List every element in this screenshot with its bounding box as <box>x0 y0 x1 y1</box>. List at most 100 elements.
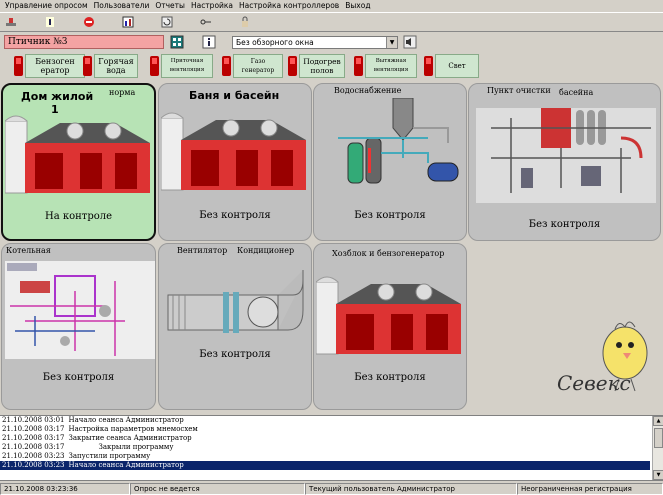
tile-title: Котельная <box>6 246 51 255</box>
menu-poll-control[interactable]: Управление опросом <box>3 0 92 12</box>
menu-settings[interactable]: Настройка <box>189 0 237 12</box>
tool-button[interactable] <box>2 14 20 30</box>
barn-icon <box>316 276 461 355</box>
header-row: Птичник №3 Без обзорного окна ▼ <box>0 33 663 51</box>
tile-water-supply[interactable]: Водоснабжение Без контроля <box>313 83 467 241</box>
log-message: Начало сеанса Администратор <box>68 461 184 469</box>
log-message: Закрытие сеанса Администратор <box>68 434 192 442</box>
generator-label: Бензоген ератор <box>25 54 85 78</box>
tile-fan[interactable]: Вентилятор Кондиционер Без контроля <box>158 243 312 410</box>
switch-icon <box>83 56 92 76</box>
tile-title: Дом жилой <box>21 90 94 103</box>
scroll-thumb[interactable] <box>654 428 663 448</box>
status-datetime: 21.10.2008 03:23:36 <box>0 483 130 495</box>
key-button[interactable] <box>197 14 215 30</box>
chevron-down-icon[interactable]: ▼ <box>386 37 397 48</box>
log-row[interactable]: 21.10.2008 03:23 Запустили программу <box>0 452 650 461</box>
overview-window-value: Без обзорного окна <box>236 38 314 47</box>
log-row[interactable]: 21.10.2008 03:17 Закрыли программу <box>0 443 650 452</box>
boiler-diagram-icon <box>5 261 155 359</box>
status-badge: норма <box>109 88 136 97</box>
tool-icon <box>6 18 16 26</box>
tile-status: Без контроля <box>354 210 426 221</box>
control-exhaust-ventilation[interactable]: Вытяжная вентиляция <box>354 53 417 79</box>
tile-status: На контроле <box>44 211 113 222</box>
light-label: Свет <box>435 54 479 78</box>
info-icon[interactable] <box>202 35 216 49</box>
log-list: 21.10.2008 03:01 Начало сеанса Администра… <box>0 416 663 470</box>
menu-exit[interactable]: Выход <box>343 0 374 12</box>
overview-window-select[interactable]: Без обзорного окна ▼ <box>232 36 398 49</box>
chart-button[interactable] <box>119 14 137 30</box>
tile-title: Хозблок и бензогенератор <box>332 249 445 258</box>
event-log[interactable]: 21.10.2008 03:01 Начало сеанса Администра… <box>0 415 663 481</box>
switch-icon <box>14 56 23 76</box>
log-row[interactable]: 21.10.2008 03:17 Настройка параметров мне… <box>0 425 650 434</box>
tile-badge: Кондиционер <box>237 246 295 255</box>
menu-reports[interactable]: Отчеты <box>153 0 189 12</box>
cleaning-plant-icon <box>476 108 656 203</box>
tile-title: Вентилятор <box>177 246 228 255</box>
barn-icon <box>161 112 306 191</box>
tile-boiler-room[interactable]: Котельная Без контроля <box>1 243 156 410</box>
switch-icon <box>354 56 363 76</box>
key-icon <box>200 19 211 25</box>
tile-badge: басейна <box>559 88 594 97</box>
tile-bathhouse[interactable]: Баня и басейн Без контроля <box>158 83 312 241</box>
refresh-icon <box>161 16 173 28</box>
tile-status: Без контроля <box>42 372 115 383</box>
switch-icon <box>150 56 159 76</box>
tile-status: Без контроля <box>199 349 271 360</box>
bird-house-field[interactable]: Птичник №3 <box>4 35 164 49</box>
log-row[interactable]: 21.10.2008 03:17 Закрытие сеанса Админист… <box>0 434 650 443</box>
log-message: Начало сеанса Администратор <box>68 416 184 424</box>
menu-users[interactable]: Пользователи <box>92 0 154 12</box>
floor-heating-label: Подогрев полов <box>299 54 345 78</box>
log-row[interactable]: 21.10.2008 03:01 Начало сеанса Администра… <box>0 416 650 425</box>
log-message: Закрыли программу <box>98 443 174 451</box>
switch-icon <box>288 56 297 76</box>
status-user: Текущий пользователь Администратор <box>305 483 517 495</box>
control-supply-ventilation[interactable]: Приточная вентиляция <box>150 53 213 79</box>
tile-title: Пункт очистки <box>487 86 551 95</box>
switch-icon <box>424 56 433 76</box>
lock-button[interactable] <box>236 14 254 30</box>
scroll-up-icon[interactable]: ▲ <box>653 416 663 426</box>
scroll-down-icon[interactable]: ▼ <box>653 470 663 480</box>
tile-pool-cleaning[interactable]: Пункт очистки басейна Без контроля <box>468 83 661 241</box>
control-hot-water[interactable]: Горячая вода <box>83 53 138 79</box>
log-scrollbar[interactable]: ▲ ▼ <box>652 416 663 480</box>
log-timestamp: 21.10.2008 03:01 <box>2 416 65 424</box>
info-button[interactable] <box>41 14 59 30</box>
control-floor-heating[interactable]: Подогрев полов <box>288 53 345 79</box>
control-gas-generator[interactable]: Газо генератор <box>222 53 283 79</box>
toolbar <box>0 12 663 32</box>
stop-button[interactable] <box>80 14 98 30</box>
tile-title: Водоснабжение <box>334 86 402 95</box>
gas-generator-label: Газо генератор <box>233 54 283 78</box>
tile-utility-block[interactable]: Хозблок и бензогенератор Без контроля <box>313 243 467 410</box>
log-row[interactable]: 21.10.2008 03:23 Начало сеанса Администра… <box>0 461 650 470</box>
tile-living-house[interactable]: Дом жилой 1 норма На контроле <box>1 83 156 241</box>
tile-title: Баня и басейн <box>189 89 280 102</box>
stop-icon <box>84 17 94 27</box>
tile-status: Без контроля <box>199 210 271 221</box>
log-timestamp: 21.10.2008 03:17 <box>2 434 65 442</box>
status-registration: Неограниченная регистрация <box>517 483 663 495</box>
supply-ventilation-label: Приточная вентиляция <box>161 54 213 78</box>
log-message: Настройка параметров мнемосхем <box>68 425 198 433</box>
control-generator[interactable]: Бензоген ератор <box>14 53 85 79</box>
sevex-logo: Севекс <box>553 315 661 410</box>
barn-icon <box>5 115 150 194</box>
log-timestamp: 21.10.2008 03:17 <box>2 443 65 451</box>
speaker-icon[interactable] <box>403 35 417 49</box>
grid-icon[interactable] <box>170 35 184 49</box>
switch-icon <box>222 56 231 76</box>
menu-controller-settings[interactable]: Настройка контроллеров <box>237 0 343 12</box>
lock-icon <box>242 16 248 27</box>
control-light[interactable]: Свет <box>424 53 479 79</box>
refresh-button[interactable] <box>158 14 176 30</box>
log-timestamp: 21.10.2008 03:23 <box>2 461 65 469</box>
water-plant-icon <box>338 98 459 184</box>
logo-text: Севекс <box>557 371 631 395</box>
